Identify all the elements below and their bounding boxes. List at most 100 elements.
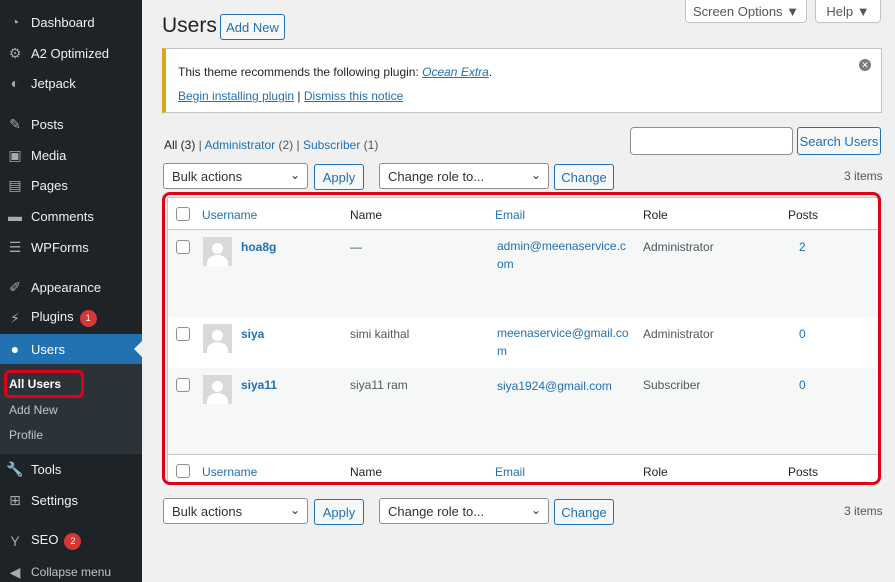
change-role-value: Change role to... [388,168,485,184]
wrench-icon: 🔧 [6,460,24,477]
chevron-down-icon: ⌄ [530,503,541,517]
menu-label: Tools [31,461,62,477]
menu-jetpack[interactable]: ◐ Jetpack [0,68,142,98]
menu-dashboard[interactable]: ◔ Dashboard [0,7,142,37]
change-role-select-top[interactable]: Change role to... ⌄ [379,163,549,189]
change-role-button-bottom[interactable]: Change [554,499,614,525]
notice-links: Begin installing plugin | Dismiss this n… [178,89,403,103]
filter-subscriber-count: (1) [360,138,379,152]
bulk-actions-select-top[interactable]: Bulk actions ⌄ [163,163,308,189]
menu-wpforms[interactable]: ☰ WPForms [0,232,142,262]
filter-subscriber[interactable]: Subscriber [303,138,360,152]
filter-administrator[interactable]: Administrator [204,138,275,152]
apply-button-bottom[interactable]: Apply [314,499,364,525]
menu-a2-optimized[interactable]: ⚙ A2 Optimized [0,38,142,68]
all-users-highlight [4,370,84,398]
gear-icon: ⚙ [8,44,22,61]
menu-label: Posts [31,116,64,132]
user-role-filters: All (3) | Administrator (2) | Subscriber… [164,138,378,152]
filter-all[interactable]: All (3) [164,138,195,152]
notice-text: This theme recommends the following plug… [178,65,492,79]
brush-icon: ✐ [9,278,21,295]
menu-label: Plugins 1 [31,309,97,327]
forms-icon: ☰ [8,238,22,255]
chevron-down-icon: ⌄ [289,503,300,517]
menu-tools[interactable]: 🔧 Tools [0,454,142,484]
menu-label: Media [31,147,67,163]
collapse-icon: ◀ [9,563,21,580]
seo-label: SEO [31,532,59,548]
menu-label: WPForms [31,239,89,255]
menu-media[interactable]: ▣ Media [0,140,142,170]
users-table-highlight [162,192,881,485]
search-users-input[interactable] [630,127,793,155]
menu-comments[interactable]: ▬ Comments [0,201,142,231]
bulk-actions-value: Bulk actions [172,503,243,519]
chevron-down-icon: ⌄ [289,168,300,182]
ocean-extra-link[interactable]: Ocean Extra [422,65,489,79]
settings-icon: ⊞ [9,491,21,508]
notice-message: This theme recommends the following plug… [178,65,423,79]
menu-label: Jetpack [31,75,76,91]
notice-separator: | [294,89,304,103]
menu-plugins[interactable]: ⚡ Plugins 1 [0,303,142,333]
plugins-label: Plugins [31,309,74,325]
page-title: Users [162,14,217,37]
menu-label: Pages [31,177,68,193]
menu-users[interactable]: ● Users [0,334,142,364]
main-content: Users Add New Screen Options ▼ Help ▼ Th… [142,0,895,582]
items-count-bottom: 3 items [844,504,883,518]
plugins-update-badge: 1 [79,309,97,327]
filter-subscriber-label: Subscriber [302,138,361,152]
yoast-icon: Y [10,533,20,549]
notice-period: . [488,65,493,79]
admin-sidebar: ◔ Dashboard ⚙ A2 Optimized ◐ Jetpack ✎ P… [0,0,142,582]
jetpack-icon: ◐ [10,75,20,91]
menu-pages[interactable]: ▤ Pages [0,170,142,200]
filter-all-count: (3) [177,138,196,152]
pin-icon: ✎ [9,115,21,132]
menu-label: Settings [31,492,78,508]
plugin-icon: ⚡ [10,309,20,326]
filter-admin-label: Administrator [204,138,276,152]
dashboard-icon: ◔ [10,14,20,30]
seo-badge: 2 [64,532,82,550]
pages-icon: ▤ [8,176,22,193]
media-icon: ▣ [8,146,22,163]
user-icon: ● [10,341,20,357]
change-role-button-top[interactable]: Change [554,164,614,190]
menu-appearance[interactable]: ✐ Appearance [0,272,142,302]
search-users-button[interactable]: Search Users [797,127,881,155]
menu-collapse[interactable]: ◀ Collapse menu [0,557,142,582]
filter-admin-count: (2) [275,138,294,152]
submenu-profile[interactable]: Profile [9,428,43,442]
help-tab[interactable]: Help ▼ [815,0,881,23]
screen-options-tab[interactable]: Screen Options ▼ [685,0,807,23]
dismiss-icon[interactable]: ✕ [859,59,871,71]
menu-label: Dashboard [31,14,95,30]
items-count-top: 3 items [844,169,883,183]
change-role-select-bottom[interactable]: Change role to... ⌄ [379,498,549,524]
menu-label: Collapse menu [31,565,112,579]
dismiss-notice-link[interactable]: Dismiss this notice [304,89,403,103]
theme-plugin-notice: This theme recommends the following plug… [162,48,882,113]
begin-installing-link[interactable]: Begin installing plugin [178,89,294,103]
menu-label: Users [31,341,65,357]
bulk-actions-select-bottom[interactable]: Bulk actions ⌄ [163,498,308,524]
menu-label: Comments [31,208,94,224]
menu-label: Appearance [31,279,102,295]
menu-seo[interactable]: Y SEO 2 [0,526,142,556]
apply-button-top[interactable]: Apply [314,164,364,190]
add-new-user-button[interactable]: Add New [220,14,285,40]
menu-label: A2 Optimized [31,45,110,61]
bulk-actions-value: Bulk actions [172,168,243,184]
submenu-add-new[interactable]: Add New [9,403,58,417]
chevron-down-icon: ⌄ [530,168,541,182]
menu-posts[interactable]: ✎ Posts [0,109,142,139]
filter-all-label: All [164,138,178,152]
menu-label: SEO 2 [31,532,82,550]
filter-separator: | [293,138,303,152]
change-role-value: Change role to... [388,503,485,519]
menu-settings[interactable]: ⊞ Settings [0,485,142,515]
comment-icon: ▬ [8,208,22,224]
